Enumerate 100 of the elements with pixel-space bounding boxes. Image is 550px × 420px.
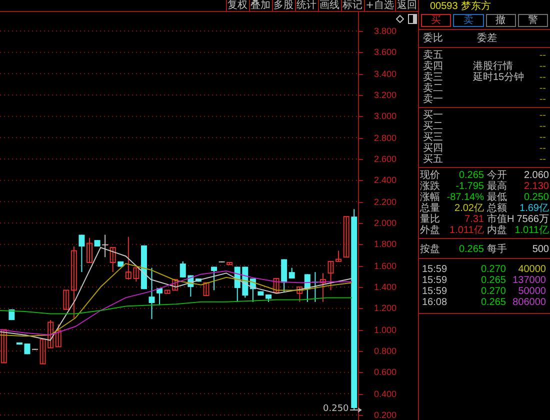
axis-label: 1.400: [374, 282, 397, 292]
axis-label: 0.600: [374, 367, 397, 378]
stock-code: 00593: [430, 1, 458, 12]
quote-value: 2.130: [522, 181, 549, 192]
axis-label: 1.200: [374, 303, 397, 314]
quote-value: 0.250: [522, 192, 549, 203]
axis-label: 0.200: [374, 410, 397, 420]
trade-volume: 806000: [512, 297, 546, 308]
ask-level-label: 卖三: [423, 72, 443, 83]
quote-value: 7566万: [516, 214, 549, 225]
arrow-icon: [350, 406, 362, 412]
bid-level-label: 买一: [423, 110, 443, 121]
trade-button[interactable]: 买: [421, 14, 452, 27]
axis-label: 3.200: [374, 90, 397, 100]
bid-level-label: 买四: [423, 143, 443, 154]
panel-icon: [408, 14, 417, 24]
ask-level-label: 卖一: [423, 94, 443, 105]
quote-label: 每手: [487, 244, 508, 255]
quote-label: 涨跌: [420, 181, 441, 192]
candlestick: [86, 237, 92, 263]
quote-label: 最低: [487, 192, 508, 203]
bid-value: --: [538, 110, 546, 121]
candlestick: [218, 260, 225, 263]
ask-value: --: [538, 83, 546, 94]
trade-volume: 50000: [517, 286, 546, 297]
candlestick: [8, 308, 15, 321]
quote-label: 涨幅: [420, 192, 441, 203]
toolbar-button[interactable]: 复权: [226, 0, 249, 11]
trade-volume: 40000: [517, 264, 546, 275]
quote-label: 外盘: [420, 225, 441, 236]
candlestick: [328, 260, 334, 291]
axis-label: 1.000: [374, 324, 397, 335]
order-diff-label: 委差: [477, 32, 498, 45]
axis-label: 2.400: [374, 175, 397, 186]
axis-label: 0.800: [374, 346, 397, 356]
toolbar-button[interactable]: 画线: [318, 0, 341, 11]
quote-label: 最高: [487, 181, 508, 192]
trade-price: 0.270: [480, 264, 506, 275]
quote-value: 0.265: [458, 170, 484, 181]
quote-value: 2.060: [522, 170, 549, 181]
trade-button[interactable]: 撤: [486, 14, 516, 27]
ask-value: --: [538, 61, 546, 72]
quote-label: 现价: [420, 170, 441, 181]
quote-value: 1.011亿: [514, 225, 549, 236]
toolbar-button[interactable]: +自选: [364, 0, 395, 11]
axis-label: 0.400: [374, 388, 397, 399]
ask-level-label: 卖二: [423, 83, 443, 94]
quote-value: -1.795: [454, 181, 484, 192]
toolbar-button[interactable]: 返回: [395, 0, 418, 11]
quote-label: 量比: [420, 214, 441, 225]
ask-value: --: [538, 94, 546, 105]
ask-level-label: 卖四: [423, 61, 443, 72]
quote-label: 内盘: [486, 225, 508, 236]
candlestick: [211, 266, 218, 291]
quote-value: 7.31: [464, 214, 484, 225]
bid-value: --: [538, 121, 546, 132]
candlestick: [203, 282, 210, 296]
axis-label: 2.600: [374, 154, 397, 164]
candlestick: [266, 294, 272, 302]
trade-volume: 137000: [512, 275, 546, 286]
ask-level-label: 卖五: [423, 50, 443, 61]
trade-time: 15:59: [422, 275, 448, 286]
quote-value: 1.011亿: [448, 225, 484, 236]
quote-value: 0.265: [458, 244, 484, 255]
candlestick: [0, 329, 7, 364]
market-note: 港股行情: [473, 61, 513, 72]
axis-label: 2.800: [374, 132, 397, 143]
axis-label: 2.200: [374, 196, 397, 207]
toolbar-button[interactable]: 多股: [272, 0, 295, 11]
quote-value: 2.02亿: [454, 203, 484, 214]
axis-label: 1.800: [374, 239, 397, 250]
axis-label: 2.000: [374, 218, 397, 228]
quote-label: 总额: [487, 203, 508, 214]
quote-label: 总量: [420, 203, 441, 214]
ask-value: --: [538, 72, 546, 83]
toolbar-button[interactable]: 叠加: [248, 0, 272, 11]
quote-value: 500: [531, 244, 549, 255]
diamond-icon: [396, 15, 404, 23]
bid-level-label: 买二: [423, 121, 443, 132]
toolbar-button[interactable]: 标记: [340, 0, 364, 11]
candlestick: [258, 290, 264, 296]
bid-level-label: 买三: [423, 132, 443, 143]
trade-price: 0.265: [480, 275, 506, 286]
trade-button[interactable]: 卖: [453, 14, 484, 27]
quote-value: 1.69亿: [518, 203, 549, 214]
candlestick: [273, 278, 280, 293]
trade-price: 0.270: [480, 286, 506, 297]
market-note: 延时15分钟: [473, 72, 526, 83]
bid-value: --: [538, 132, 546, 143]
axis-label: 1.600: [374, 260, 397, 271]
quote-label: 按盘: [420, 244, 441, 255]
order-ratio-label: 委比: [423, 32, 443, 45]
trade-time: 15:59: [422, 286, 448, 297]
bid-value: --: [538, 143, 546, 154]
candlestick: [148, 267, 155, 320]
axis-label: 3.000: [374, 111, 397, 122]
bid-level-label: 买五: [423, 154, 443, 165]
trade-button[interactable]: 警: [518, 14, 548, 27]
trade-time: 16:08: [422, 297, 448, 308]
axis-label: 3.800: [374, 26, 397, 36]
